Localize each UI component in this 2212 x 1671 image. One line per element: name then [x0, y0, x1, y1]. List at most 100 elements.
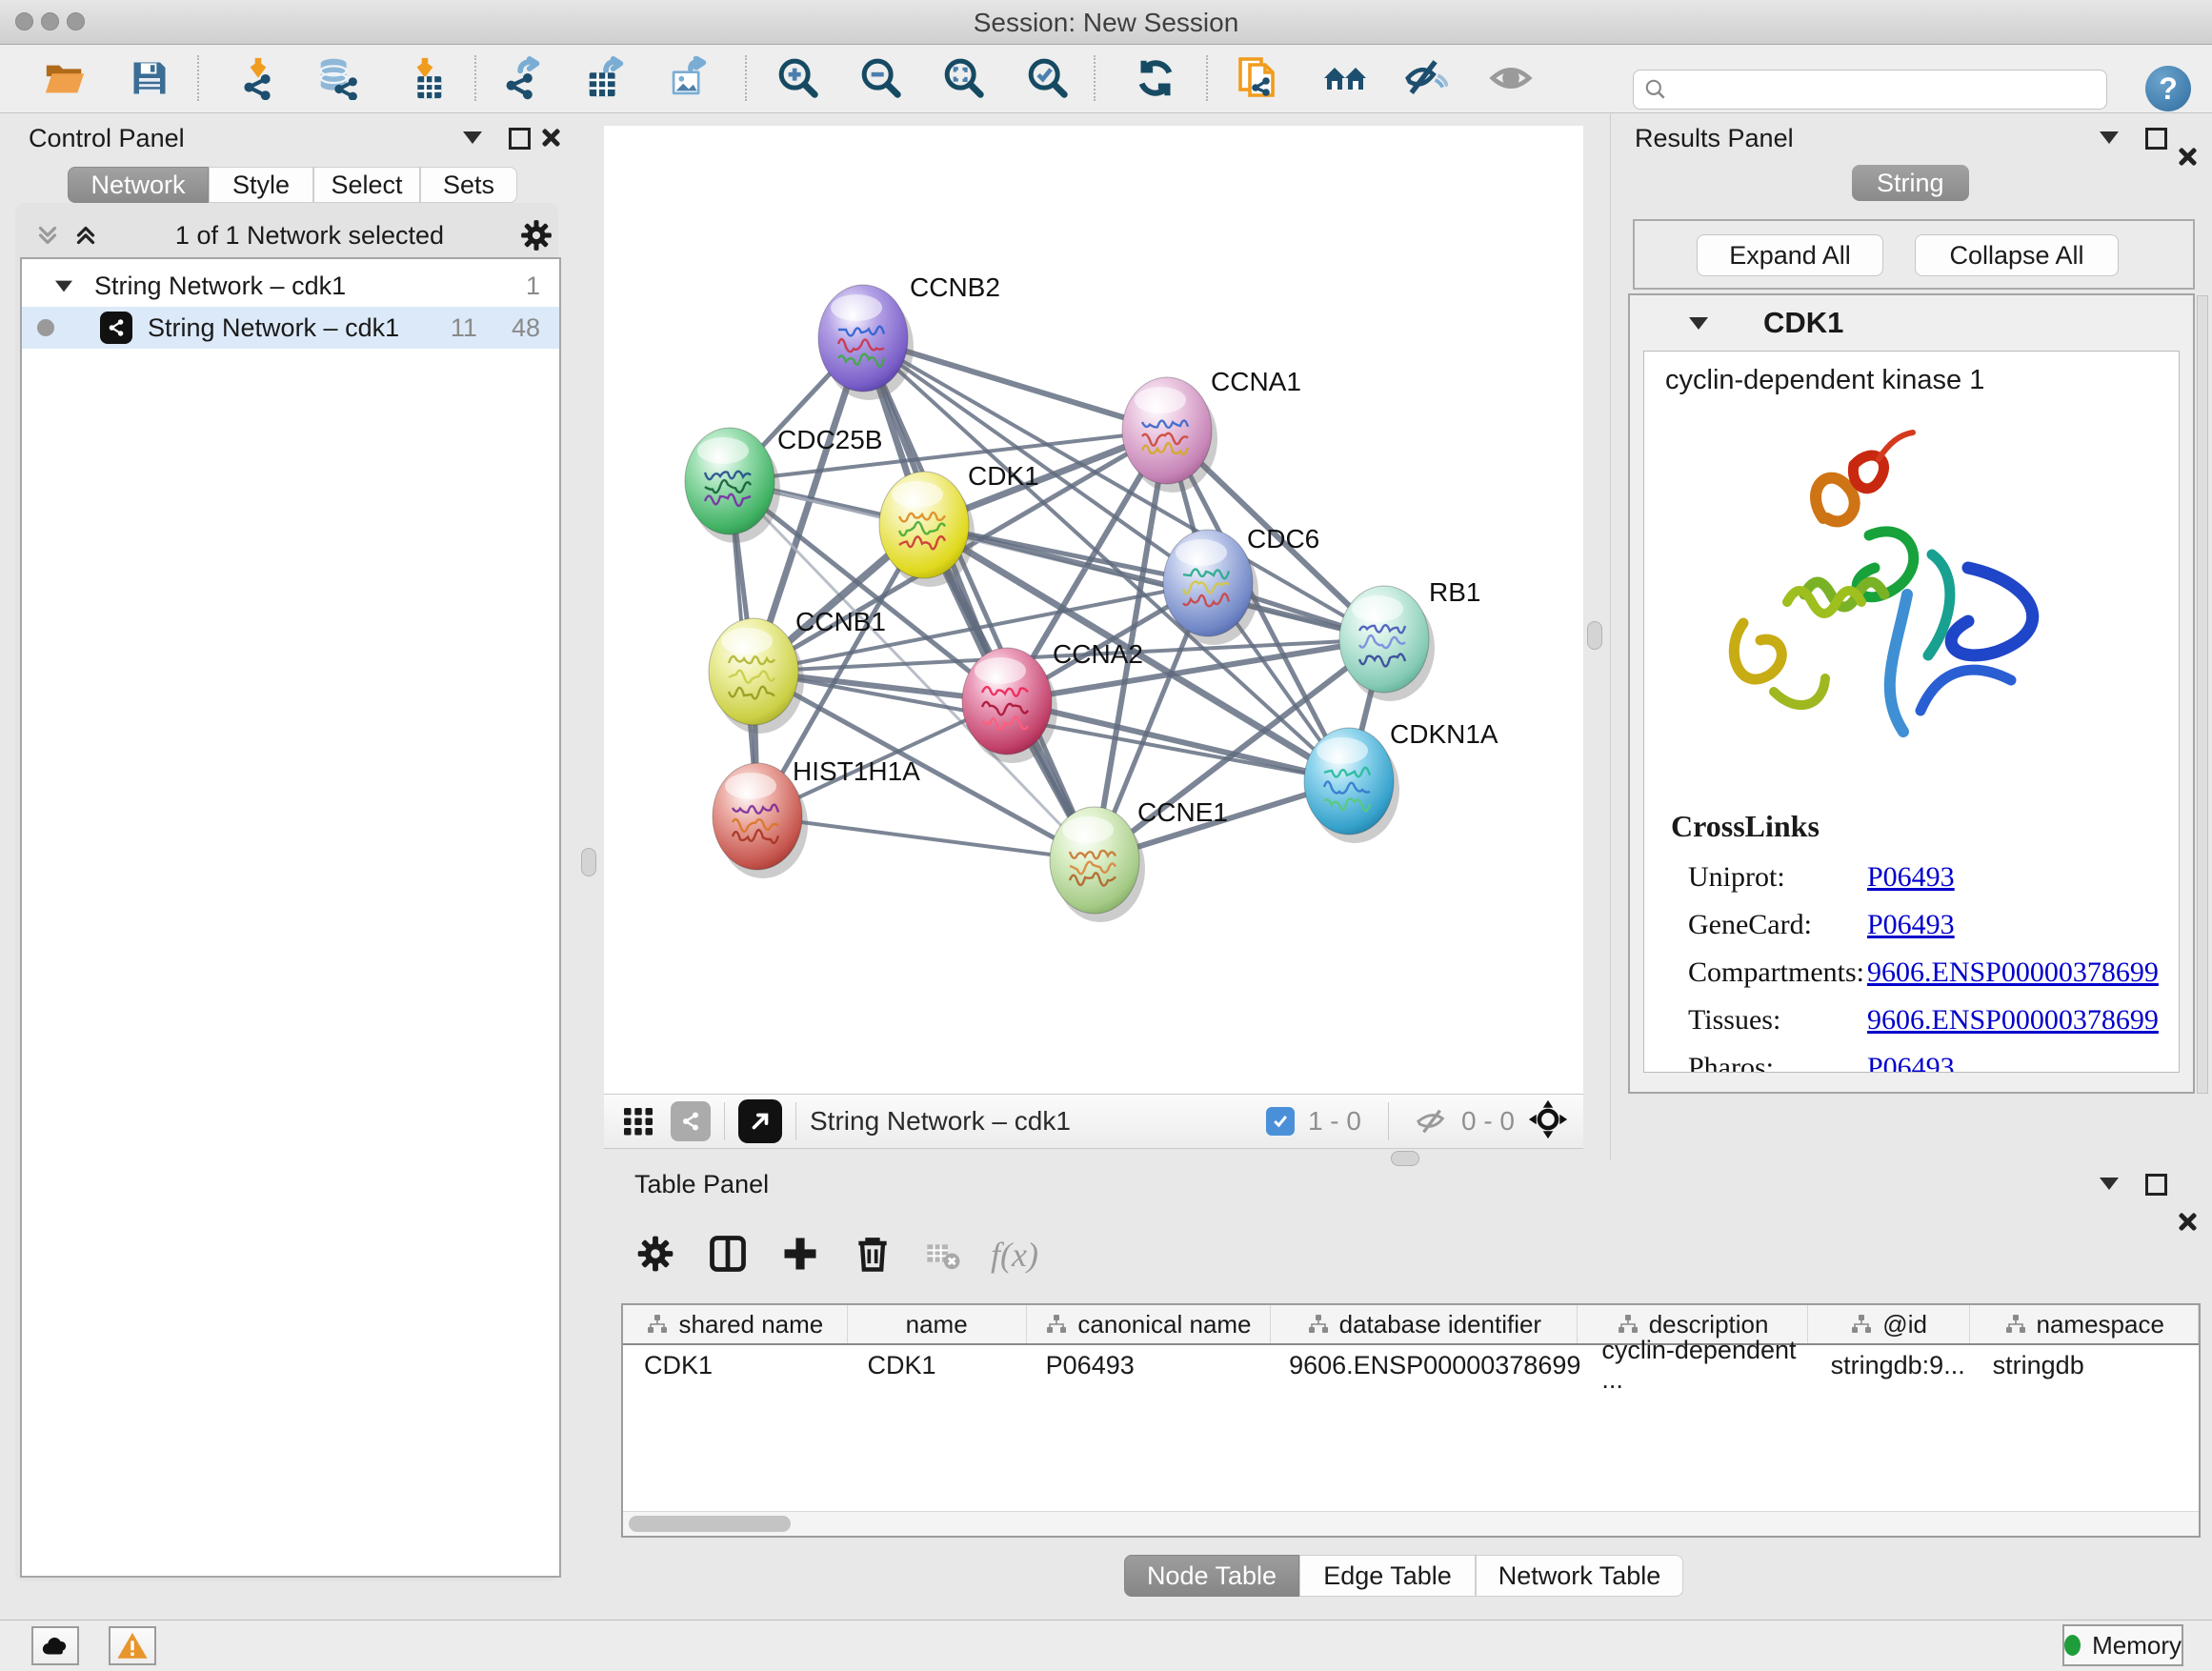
expand-all-networks-button[interactable]	[70, 221, 101, 254]
show-all-button[interactable]	[1485, 52, 1537, 104]
network-row-selected[interactable]: String Network – cdk1 11 48	[22, 307, 559, 349]
clone-network-button[interactable]	[1234, 52, 1285, 104]
open-in-window-button[interactable]	[738, 1099, 782, 1143]
column-header-name[interactable]: name	[848, 1305, 1027, 1343]
table-cell[interactable]: 9606.ENSP00000378699	[1268, 1345, 1580, 1385]
save-session-button[interactable]	[124, 52, 175, 104]
right-splitter-handle[interactable]	[1587, 621, 1602, 650]
network-node[interactable]: CDC6	[1163, 524, 1319, 645]
column-header--id[interactable]: @id	[1808, 1305, 1971, 1343]
crosslink-link[interactable]: P06493	[1867, 909, 1955, 941]
column-header-database-identifier[interactable]: database identifier	[1271, 1305, 1578, 1343]
table-cell[interactable]: stringdb:9...	[1810, 1345, 1972, 1385]
table-panel-menu-button[interactable]	[2100, 1178, 2119, 1190]
gene-collapse-icon[interactable]	[1689, 317, 1708, 330]
open-session-button[interactable]	[39, 52, 90, 104]
table-h-scrollbar[interactable]	[623, 1511, 2199, 1537]
table-cell[interactable]: P06493	[1025, 1345, 1268, 1385]
tab-sets[interactable]: Sets	[420, 167, 517, 203]
gene-section-header[interactable]: CDK1	[1630, 295, 2193, 351]
table-cell[interactable]: CDK1	[623, 1345, 847, 1385]
table-panel-close-button[interactable]	[2178, 1212, 2197, 1231]
tab-select[interactable]: Select	[313, 167, 420, 203]
results-panel-menu-button[interactable]	[2100, 131, 2119, 144]
network-node[interactable]: CDK1	[879, 461, 1039, 587]
expand-all-button[interactable]: Expand All	[1697, 234, 1883, 276]
tab-node-table[interactable]: Node Table	[1124, 1555, 1299, 1597]
column-header-shared-name[interactable]: shared name	[623, 1305, 848, 1343]
string-view-button[interactable]	[671, 1101, 711, 1141]
import-table-button[interactable]	[399, 52, 451, 104]
network-node[interactable]: CDKN1A	[1304, 719, 1498, 843]
search-field[interactable]	[1633, 70, 2107, 110]
collapse-all-networks-button[interactable]	[32, 221, 63, 254]
memory-button[interactable]: Memory	[2062, 1624, 2183, 1666]
table-panel-float-button[interactable]	[2145, 1174, 2167, 1196]
toolbar-separator	[1206, 55, 1208, 101]
network-node[interactable]: CCNE1	[1050, 797, 1228, 922]
table-options-gear-button[interactable]	[634, 1233, 676, 1279]
table-cell[interactable]: CDK1	[847, 1345, 1025, 1385]
first-neighbors-button[interactable]	[1319, 52, 1371, 104]
export-image-button[interactable]	[663, 52, 714, 104]
bottom-splitter-handle[interactable]	[1391, 1151, 1419, 1166]
tab-network[interactable]: Network	[68, 167, 209, 203]
node-table[interactable]: shared namenamecanonical namedatabase id…	[621, 1303, 2201, 1538]
cloud-icon	[39, 1630, 71, 1662]
hide-selected-button[interactable]	[1400, 52, 1452, 104]
help-button[interactable]: ?	[2145, 66, 2191, 111]
export-network-button[interactable]	[498, 52, 550, 104]
table-h-scrollbar-thumb[interactable]	[629, 1516, 791, 1532]
table-row[interactable]: CDK1CDK1P064939606.ENSP00000378699cyclin…	[623, 1345, 2199, 1385]
import-network-button[interactable]	[232, 52, 284, 104]
left-splitter-handle[interactable]	[581, 848, 596, 876]
tab-network-table[interactable]: Network Table	[1476, 1555, 1683, 1597]
network-node[interactable]: RB1	[1339, 577, 1480, 701]
crosslink-link[interactable]: P06493	[1867, 861, 1955, 894]
network-collection-row[interactable]: String Network – cdk1 1	[22, 265, 559, 307]
control-panel-float-button[interactable]	[509, 128, 531, 150]
tab-edge-table[interactable]: Edge Table	[1299, 1555, 1476, 1597]
network-edge[interactable]	[757, 816, 1095, 860]
birds-eye-view-button[interactable]	[1528, 1099, 1568, 1144]
crosslinks-heading: CrossLinks	[1671, 809, 2179, 844]
column-header-canonical-name[interactable]: canonical name	[1027, 1305, 1272, 1343]
export-table-button[interactable]	[580, 52, 632, 104]
add-column-button[interactable]	[779, 1233, 821, 1279]
control-panel-close-button[interactable]	[541, 128, 560, 147]
show-columns-button[interactable]	[707, 1233, 749, 1279]
table-cell[interactable]: cyclin-dependent ...	[1580, 1345, 1809, 1385]
control-panel-menu-button[interactable]	[463, 131, 482, 144]
table-cell[interactable]: stringdb	[1972, 1345, 2199, 1385]
zoom-fit-button[interactable]	[938, 52, 990, 104]
network-node[interactable]: HIST1H1A	[713, 756, 920, 878]
clone-network-icon	[1237, 55, 1282, 101]
delete-column-button[interactable]	[852, 1233, 894, 1279]
network-canvas[interactable]: CCNB2CCNA1CDC25BCDK1CDC6RB1CCNB1CCNA2CDK…	[604, 126, 1583, 1094]
crosslink-link[interactable]: P06493	[1867, 1052, 1955, 1073]
results-scrollbar[interactable]	[2197, 295, 2208, 1094]
results-panel-close-button[interactable]	[2178, 147, 2197, 166]
zoom-out-button[interactable]	[855, 52, 907, 104]
results-panel-float-button[interactable]	[2145, 128, 2167, 150]
delete-table-button[interactable]	[924, 1237, 962, 1279]
warning-button[interactable]	[109, 1626, 156, 1665]
refresh-button[interactable]	[1130, 52, 1181, 104]
tab-string[interactable]: String	[1852, 165, 1969, 201]
column-header-namespace[interactable]: namespace	[1970, 1305, 2199, 1343]
grid-view-button[interactable]	[621, 1102, 655, 1141]
selected-checkbox-icon[interactable]	[1266, 1107, 1295, 1136]
collection-collapse-icon[interactable]	[55, 280, 72, 292]
network-node[interactable]: CCNB1	[709, 607, 886, 734]
zoom-in-button[interactable]	[773, 52, 824, 104]
import-network-from-database-button[interactable]	[312, 52, 363, 104]
crosslink-link[interactable]: 9606.ENSP00000378699	[1867, 956, 2159, 989]
tab-style[interactable]: Style	[209, 167, 313, 203]
cloud-button[interactable]	[31, 1626, 79, 1665]
search-input[interactable]	[1668, 75, 2097, 104]
network-options-gear-button[interactable]	[518, 217, 554, 258]
collapse-all-button[interactable]: Collapse All	[1915, 234, 2119, 276]
network-edge[interactable]	[1007, 701, 1349, 781]
zoom-selected-button[interactable]	[1022, 52, 1074, 104]
crosslink-link[interactable]: 9606.ENSP00000378699	[1867, 1004, 2159, 1037]
